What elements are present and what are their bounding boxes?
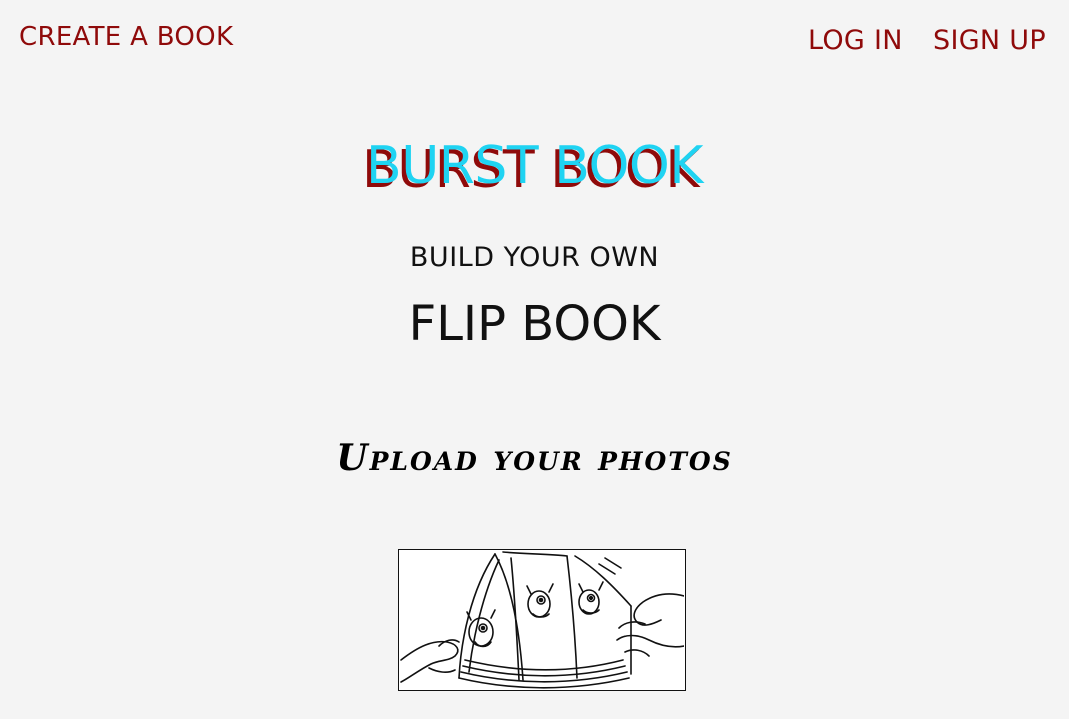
upload-photos-heading[interactable]: Upload your photos [0,437,1069,479]
tagline-top: BUILD YOUR OWN [409,242,660,273]
page: CREATE A BOOK LOG IN SIGN UP BURST BOOK … [0,0,1069,719]
tagline-bottom: FLIP BOOK [408,296,661,352]
flip-book-sketch-icon [400,551,684,689]
flip-book-illustration [398,549,686,691]
login-link[interactable]: LOG IN [808,25,903,56]
create-book-link[interactable]: CREATE A BOOK [19,22,233,52]
site-title: BURST BOOK [366,136,703,196]
signup-link[interactable]: SIGN UP [933,25,1046,56]
